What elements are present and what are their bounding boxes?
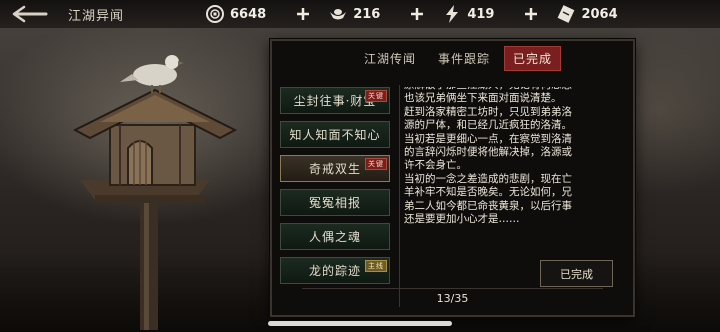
list-item[interactable]: 冤冤相报: [280, 189, 390, 216]
tab-bar: 江湖传闻 事件跟踪 已完成: [356, 45, 567, 71]
list-item[interactable]: 尘封往事·财宝 关键: [280, 87, 390, 114]
resource-silver: 216: [328, 4, 380, 24]
resource-bar: 6648 216 419 2064: [205, 0, 624, 28]
key-badge: 关键: [365, 158, 387, 170]
main-story-badge: 主线: [365, 260, 387, 272]
story-scroll-area[interactable]: 原解散了那些江湖人，无论有何恩怨 也该兄弟俩坐下来面对面说清楚。 赶到洛家精密工…: [404, 87, 624, 267]
copper-coin-icon: [205, 4, 225, 24]
resource-tickets: 2064: [556, 4, 618, 24]
tab-completed[interactable]: 已完成: [504, 45, 562, 71]
tickets-value: 2064: [581, 6, 618, 22]
rumor-panel: 江湖传闻 事件跟踪 已完成 尘封往事·财宝 关键 知人知面不知心 奇戒双生 关键…: [270, 39, 635, 317]
resource-energy: 419: [442, 4, 494, 24]
add-energy-button[interactable]: [522, 5, 540, 23]
tab-rumors[interactable]: 江湖传闻: [356, 47, 424, 70]
tab-tracking[interactable]: 事件跟踪: [430, 47, 498, 70]
silver-value: 216: [353, 6, 381, 22]
story-text: 原解散了那些江湖人，无论有何恩怨 也该兄弟俩坐下来面对面说清楚。 赶到洛家精密工…: [404, 87, 572, 226]
plus-icon: [297, 8, 310, 20]
list-item[interactable]: 知人知面不知心: [280, 121, 390, 148]
event-label: 尘封往事·财宝: [293, 94, 377, 108]
back-arrow-icon: [12, 5, 48, 23]
lightning-energy-icon: [442, 4, 462, 24]
add-coins-button[interactable]: [294, 5, 312, 23]
event-label: 知人知面不知心: [289, 128, 381, 142]
energy-value: 419: [467, 6, 495, 22]
add-silver-button[interactable]: [408, 5, 426, 23]
plus-icon: [525, 8, 538, 20]
event-label: 龙的踪迹: [308, 264, 361, 278]
key-badge: 关键: [365, 90, 387, 102]
event-list: 尘封往事·财宝 关键 知人知面不知心 奇戒双生 关键 冤冤相报 人偶之魂 龙的踪…: [280, 87, 394, 291]
column-divider: [399, 85, 400, 307]
resource-coins: 6648: [205, 4, 266, 24]
pigeon-house-illustration: [72, 55, 238, 330]
event-label: 奇戒双生: [308, 162, 361, 176]
top-bar: 江湖异闻 6648 216 419 2064: [0, 0, 720, 28]
home-indicator[interactable]: [268, 321, 452, 326]
completed-button[interactable]: 已完成: [540, 260, 613, 287]
event-label: 人偶之魂: [308, 230, 361, 244]
pager-divider: [302, 288, 603, 289]
ticket-icon: [556, 4, 576, 24]
screen-title: 江湖异闻: [68, 8, 125, 24]
list-item[interactable]: 龙的踪迹 主线: [280, 257, 390, 284]
back-button[interactable]: [0, 0, 60, 28]
plus-icon: [411, 8, 424, 20]
silver-ingot-icon: [328, 4, 348, 24]
event-label: 冤冤相报: [308, 196, 361, 210]
list-item-selected[interactable]: 奇戒双生 关键: [280, 155, 390, 182]
coins-value: 6648: [230, 6, 267, 22]
page-counter: 13/35: [436, 292, 469, 305]
list-item[interactable]: 人偶之魂: [280, 223, 390, 250]
